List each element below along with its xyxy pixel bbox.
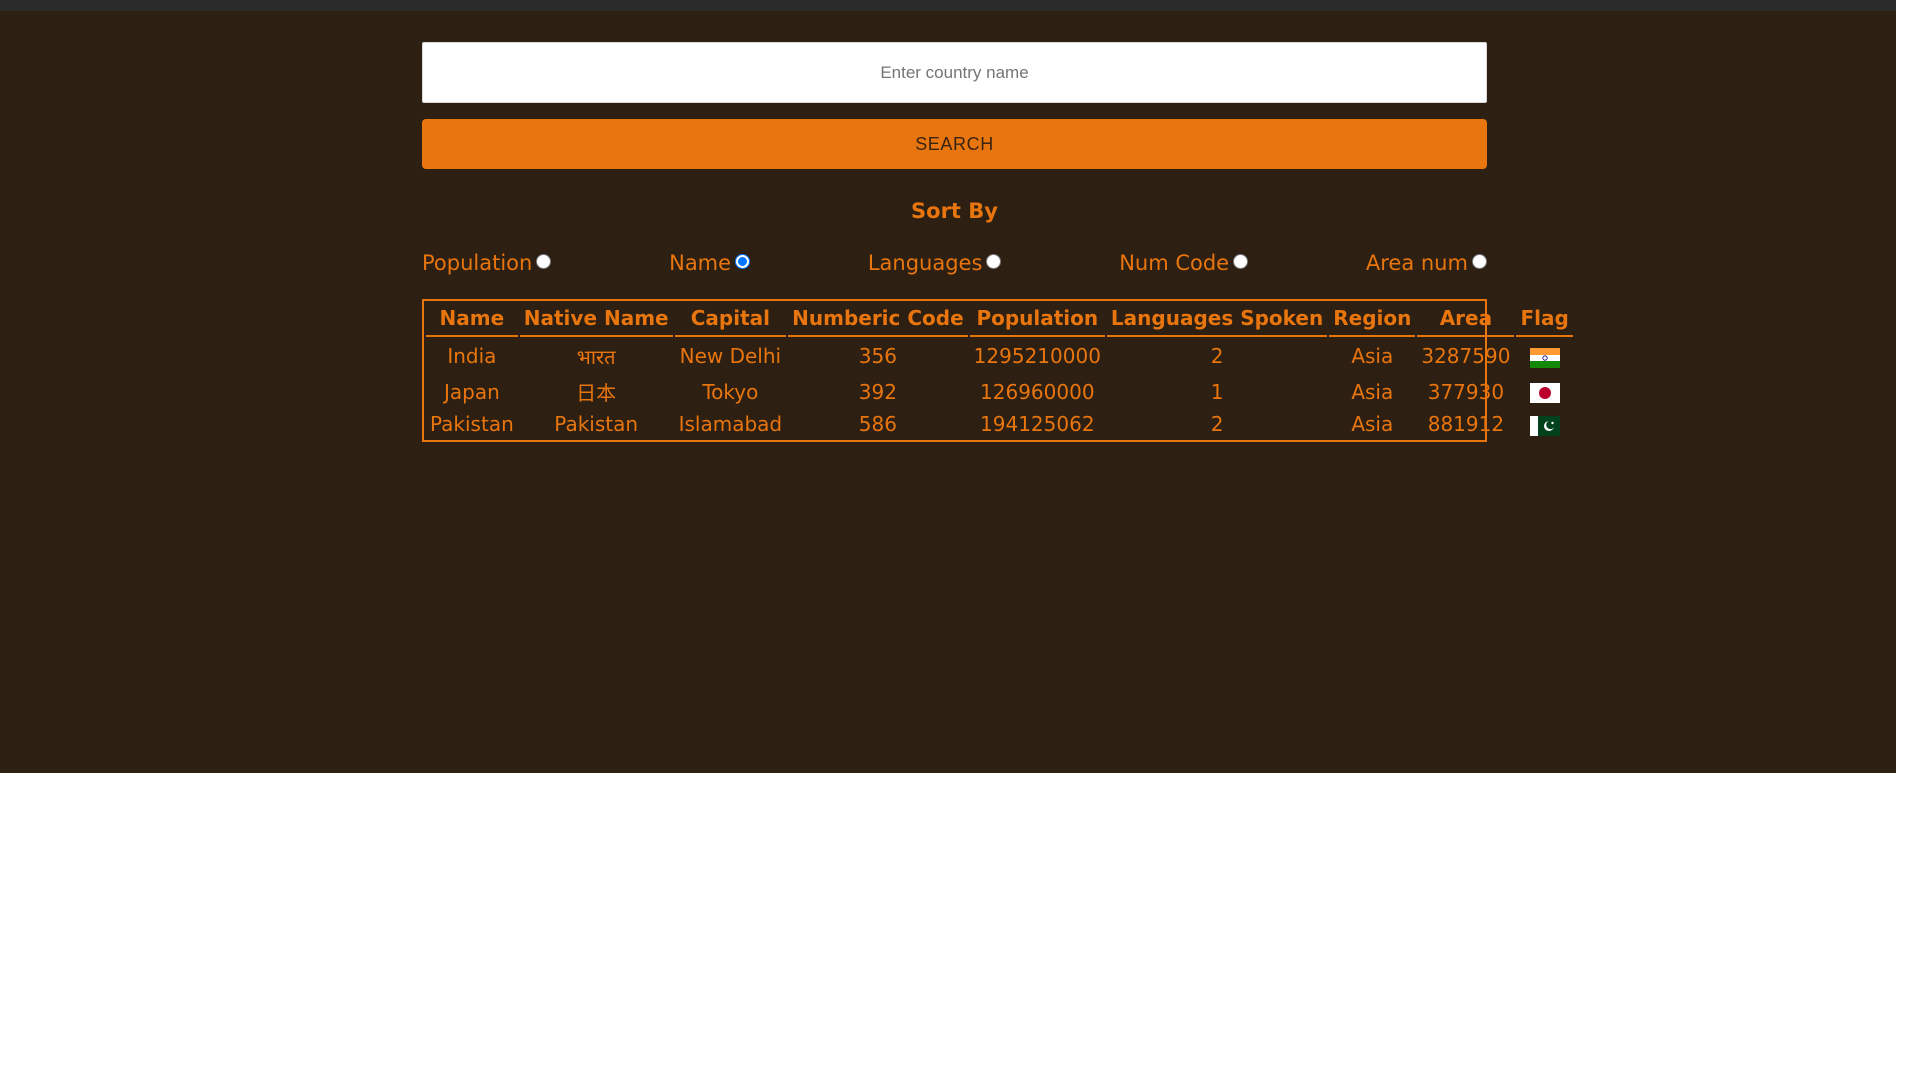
table-row: India भारत New Delhi 356 1295210000 2 As… <box>426 337 1573 375</box>
india-flag-icon <box>1529 347 1560 368</box>
header-population: Population <box>969 301 1105 337</box>
sort-option-name[interactable]: Name <box>669 251 751 275</box>
sort-label-area-num: Area num <box>1365 251 1468 275</box>
cell-flag <box>1516 408 1572 440</box>
header-numeric-code: Numberic Code <box>788 301 968 337</box>
cell-languages: 1 <box>1210 379 1224 404</box>
sort-label-languages: Languages <box>867 251 983 275</box>
countries-table: Name Native Name Capital Numberic Code P… <box>424 301 1575 440</box>
sort-option-area-num[interactable]: Area num <box>1366 251 1487 275</box>
pakistan-flag-icon <box>1529 415 1560 436</box>
cell-languages: 2 <box>1210 412 1224 436</box>
cell-area: 3287590 <box>1421 344 1511 368</box>
app-background: SEARCH Sort By Population Name Languages… <box>0 0 1896 773</box>
table-header-row: Name Native Name Capital Numberic Code P… <box>426 301 1573 337</box>
cell-numeric-code: 392 <box>858 379 897 404</box>
cell-region: Asia <box>1351 412 1394 436</box>
sort-label-population: Population <box>422 251 533 275</box>
sort-radio-languages[interactable] <box>986 253 1002 269</box>
header-capital: Capital <box>674 301 787 337</box>
cell-numeric-code: 356 <box>858 344 897 368</box>
sort-option-languages[interactable]: Languages <box>868 251 1002 275</box>
cell-capital: Islamabad <box>678 412 783 436</box>
cell-flag <box>1516 375 1572 408</box>
main-container: SEARCH Sort By Population Name Languages… <box>422 42 1573 442</box>
header-region: Region <box>1329 301 1416 337</box>
cell-name: Japan <box>443 379 500 404</box>
cell-region: Asia <box>1351 344 1394 368</box>
top-bar <box>0 0 1896 11</box>
cell-capital: Tokyo <box>702 379 759 404</box>
cell-area: 377930 <box>1427 379 1505 404</box>
cell-numeric-code: 586 <box>858 412 897 436</box>
cell-languages: 2 <box>1210 344 1224 368</box>
cell-name: India <box>447 344 497 368</box>
country-search-input[interactable] <box>422 42 1487 103</box>
cell-population: 1295210000 <box>973 344 1101 368</box>
table-row: Japan 日本 Tokyo 392 126960000 1 Asia 3779… <box>426 375 1573 408</box>
cell-name: Pakistan <box>430 412 514 436</box>
sort-label-name: Name <box>669 251 732 275</box>
header-languages-spoken: Languages Spoken <box>1106 301 1328 337</box>
cell-native-name: Pakistan <box>554 412 639 436</box>
cell-flag <box>1516 337 1572 375</box>
cell-population: 126960000 <box>980 379 1095 404</box>
countries-table-wrapper: Name Native Name Capital Numberic Code P… <box>422 299 1573 442</box>
table-row: Pakistan Pakistan Islamabad 586 19412506… <box>426 408 1573 440</box>
cell-population: 194125062 <box>980 412 1095 436</box>
sort-radio-name[interactable] <box>735 253 751 269</box>
header-flag: Flag <box>1516 301 1573 337</box>
cell-native-name: 日本 <box>576 381 617 405</box>
header-name: Name <box>426 301 518 337</box>
sort-options: Population Name Languages Num Code Area … <box>422 249 1487 277</box>
sort-label-num-code: Num Code <box>1119 251 1230 275</box>
sort-radio-area-num[interactable] <box>1471 253 1487 269</box>
sort-radio-population[interactable] <box>536 253 552 269</box>
cell-capital: New Delhi <box>679 344 782 368</box>
japan-flag-icon <box>1529 383 1560 403</box>
cell-region: Asia <box>1351 379 1394 404</box>
search-button[interactable]: SEARCH <box>422 119 1487 169</box>
header-native-name: Native Name <box>519 301 673 337</box>
header-area: Area <box>1417 301 1515 337</box>
sort-option-num-code[interactable]: Num Code <box>1119 251 1249 275</box>
sort-radio-num-code[interactable] <box>1233 253 1249 269</box>
cell-area: 881912 <box>1427 412 1505 436</box>
cell-native-name: भारत <box>576 344 616 369</box>
sort-option-population[interactable]: Population <box>422 251 552 275</box>
sort-by-title: Sort By <box>911 199 998 223</box>
